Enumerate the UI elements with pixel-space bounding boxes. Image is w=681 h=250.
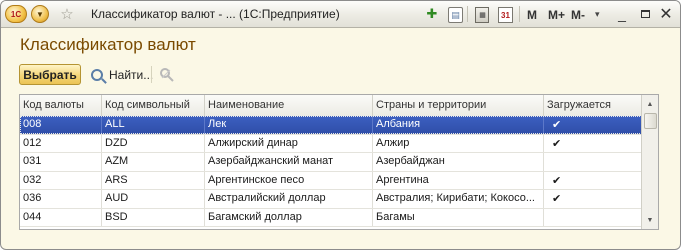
- currency-table[interactable]: Код валюты Код символьный Наименование С…: [19, 94, 659, 230]
- scroll-down-button[interactable]: ▼: [642, 212, 658, 228]
- cell-code: 008: [20, 116, 102, 134]
- title-separator: [467, 6, 468, 22]
- memory-minus-button[interactable]: M-: [571, 6, 585, 24]
- calculator-icon[interactable]: ▦: [475, 7, 489, 23]
- cell-countries: Албания: [373, 116, 544, 134]
- cell-code: 031: [20, 153, 102, 171]
- cell-code: 036: [20, 190, 102, 208]
- cell-countries: Аргентина: [373, 171, 544, 189]
- close-button[interactable]: ✕: [658, 5, 674, 23]
- find-button[interactable]: Найти...: [91, 64, 153, 85]
- cell-name: Багамский доллар: [205, 208, 373, 226]
- cell-name: Алжирский динар: [205, 134, 373, 152]
- table-row[interactable]: 031 AZM Азербайджанский манат Азербайджа…: [20, 153, 642, 172]
- check-icon: ✔: [544, 171, 642, 189]
- column-header-loaded[interactable]: Загружается: [544, 95, 642, 116]
- check-icon: [544, 153, 642, 171]
- cell-countries: Багамы: [373, 208, 544, 226]
- chevron-down-icon[interactable]: ▾: [595, 5, 600, 23]
- cell-code: 044: [20, 208, 102, 226]
- check-icon: ✔: [544, 134, 642, 152]
- cell-code: 012: [20, 134, 102, 152]
- toolbar-separator: [151, 66, 152, 83]
- column-header-code[interactable]: Код валюты: [20, 95, 102, 116]
- table-row[interactable]: 008 ALL Лек Албания ✔: [20, 116, 642, 135]
- table-header: Код валюты Код символьный Наименование С…: [20, 95, 642, 117]
- cell-symbol: AUD: [102, 190, 205, 208]
- check-icon: [544, 208, 642, 226]
- vertical-scrollbar[interactable]: ▲ ▼: [641, 95, 658, 229]
- maximize-icon: [640, 10, 650, 18]
- title-separator: [519, 6, 520, 22]
- 1c-logo-icon[interactable]: 1С: [5, 5, 27, 23]
- title-bar: 1С ▼ ☆ Классификатор валют - ... (1С:Пре…: [1, 1, 680, 28]
- memory-plus-button[interactable]: M+: [548, 6, 565, 24]
- memory-button[interactable]: M: [527, 6, 537, 24]
- cell-symbol: BSD: [102, 208, 205, 226]
- cell-name: Австралийский доллар: [205, 190, 373, 208]
- scroll-thumb[interactable]: [644, 113, 657, 129]
- column-header-countries[interactable]: Страны и территории: [373, 95, 544, 116]
- table-row[interactable]: 036 AUD Австралийский доллар Австралия; …: [20, 190, 642, 209]
- check-icon: ✔: [544, 116, 642, 134]
- window-title: Классификатор валют - ... (1С:Предприяти…: [91, 7, 340, 21]
- add-to-favorites-icon[interactable]: ✚: [424, 6, 440, 22]
- app-window: 1С ▼ ☆ Классификатор валют - ... (1С:Пре…: [0, 0, 681, 250]
- table-row[interactable]: 044 BSD Багамский доллар Багамы: [20, 208, 642, 227]
- table-body: 008 ALL Лек Албания ✔ 012 DZD Алжирский …: [20, 116, 642, 227]
- scroll-up-button[interactable]: ▲: [642, 96, 658, 112]
- cell-name: Лек: [205, 116, 373, 134]
- cell-code: 032: [20, 171, 102, 189]
- main-menu-icon[interactable]: ▼: [31, 5, 49, 23]
- cell-symbol: DZD: [102, 134, 205, 152]
- cell-symbol: AZM: [102, 153, 205, 171]
- cell-name: Азербайджанский манат: [205, 153, 373, 171]
- cell-countries: Алжир: [373, 134, 544, 152]
- calendar-icon[interactable]: 31: [498, 7, 513, 23]
- cell-symbol: ARS: [102, 171, 205, 189]
- star-icon[interactable]: ☆: [58, 5, 76, 23]
- cancel-search-icon: [160, 67, 174, 82]
- find-label: Найти...: [109, 67, 154, 82]
- cancel-search-button[interactable]: [158, 66, 176, 83]
- column-header-symbol[interactable]: Код символьный: [102, 95, 205, 116]
- cell-countries: Австралия; Кирибати; Кокосо...: [373, 190, 544, 208]
- magnifier-icon: [91, 68, 103, 81]
- minimize-button[interactable]: _: [614, 5, 630, 23]
- select-button[interactable]: Выбрать: [19, 64, 81, 85]
- cell-symbol: ALL: [102, 116, 205, 134]
- check-icon: ✔: [544, 190, 642, 208]
- cell-name: Аргентинское песо: [205, 171, 373, 189]
- maximize-button[interactable]: [637, 5, 653, 23]
- column-header-name[interactable]: Наименование: [205, 95, 373, 116]
- table-row[interactable]: 032 ARS Аргентинское песо Аргентина ✔: [20, 171, 642, 190]
- table-row[interactable]: 012 DZD Алжирский динар Алжир ✔: [20, 134, 642, 153]
- page-title: Классификатор валют: [20, 35, 196, 54]
- cell-countries: Азербайджан: [373, 153, 544, 171]
- bookmark-icon[interactable]: ▤: [448, 7, 463, 23]
